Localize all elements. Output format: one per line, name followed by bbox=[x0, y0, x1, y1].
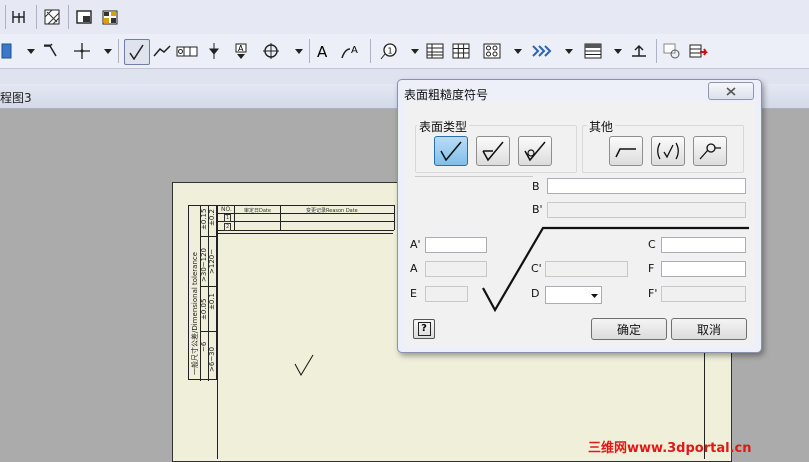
text-along-curve-icon[interactable]: A bbox=[340, 40, 362, 62]
roughness-preview-symbol bbox=[482, 226, 749, 312]
tolerance-value: ±0.15 bbox=[200, 208, 208, 230]
tolerance-range: >120~ bbox=[208, 248, 216, 274]
basic-surface-icon bbox=[440, 141, 462, 162]
tolerance-value: ±0.2 bbox=[208, 209, 216, 226]
svg-text:A: A bbox=[238, 44, 244, 53]
cancel-button[interactable]: 取消 bbox=[671, 318, 747, 340]
svg-text:A: A bbox=[351, 45, 358, 56]
parenthesis-icon bbox=[657, 142, 679, 160]
toolbar-annotation: A A A 1 bbox=[0, 34, 809, 69]
balloon-table-icon[interactable] bbox=[99, 6, 121, 28]
note-tool-icon[interactable] bbox=[0, 40, 14, 62]
material-removal-button[interactable] bbox=[476, 136, 510, 166]
revision-row-number: 2 bbox=[224, 223, 232, 231]
basic-surface-button[interactable] bbox=[434, 136, 468, 166]
other-label: 其他 bbox=[587, 118, 616, 135]
toolbar-separator bbox=[309, 39, 310, 63]
revision-date-header: 审定日Date bbox=[244, 208, 271, 214]
tolerance-value: ±0.1 bbox=[208, 293, 216, 310]
chevron-down-icon[interactable] bbox=[564, 40, 574, 62]
svg-text:A: A bbox=[317, 43, 328, 60]
chevron-down-icon[interactable] bbox=[410, 40, 420, 62]
table-icon[interactable] bbox=[450, 40, 472, 62]
toolbar-separator bbox=[5, 5, 6, 29]
revision-table-icon[interactable] bbox=[582, 40, 604, 62]
revision-no-header: NO. bbox=[221, 206, 232, 213]
export-table-icon[interactable] bbox=[688, 40, 710, 62]
revision-row-number: 1 bbox=[224, 214, 232, 222]
toolbar-top bbox=[0, 0, 809, 35]
weld-symbol-icon[interactable] bbox=[151, 40, 173, 62]
geometric-tolerance-icon[interactable] bbox=[176, 40, 198, 62]
leader-line-icon bbox=[615, 148, 636, 158]
surface-finish-icon[interactable] bbox=[124, 39, 150, 65]
machined-surface-icon bbox=[482, 141, 504, 162]
ok-button[interactable]: 确定 bbox=[591, 318, 667, 340]
close-icon bbox=[726, 86, 736, 96]
leader-button[interactable] bbox=[609, 136, 643, 166]
datum-target-icon[interactable]: A bbox=[230, 40, 252, 62]
svg-text:1: 1 bbox=[388, 47, 393, 56]
hole-callout-icon[interactable] bbox=[262, 40, 284, 62]
chevron-down-icon[interactable] bbox=[26, 40, 36, 62]
model-items-icon[interactable] bbox=[661, 40, 683, 62]
dialog-title: 表面粗糙度符号 bbox=[404, 88, 489, 102]
watermark: 三维网www.3dportal.cn bbox=[588, 441, 752, 456]
view-frame-icon[interactable] bbox=[73, 6, 95, 28]
close-button[interactable] bbox=[708, 82, 754, 100]
sheet-border-left bbox=[217, 205, 218, 459]
field-b-label: B bbox=[532, 180, 540, 193]
help-button[interactable]: ? bbox=[413, 319, 435, 339]
unmachined-surface-icon bbox=[524, 141, 546, 162]
roughness-symbol-drawn[interactable] bbox=[294, 354, 314, 376]
chevron-down-icon[interactable] bbox=[513, 40, 523, 62]
tolerance-title: 一般尺寸公差/Dimensional tolerance bbox=[191, 251, 199, 375]
toolbar-separator bbox=[36, 5, 37, 29]
dialog-body: 表面类型 其他 B B' A' A E C' D C F F' ? 确定 取消 bbox=[405, 102, 754, 346]
toolbar-separator bbox=[118, 39, 119, 63]
surface-type-label: 表面类型 bbox=[417, 118, 470, 135]
parts-list-icon[interactable] bbox=[424, 40, 446, 62]
document-title: 程图3 bbox=[0, 91, 32, 105]
section-divider bbox=[415, 176, 533, 177]
field-e-label: E bbox=[410, 287, 417, 300]
dimension-tool-icon[interactable] bbox=[8, 6, 30, 28]
datum-plane-icon[interactable] bbox=[628, 40, 650, 62]
tolerance-range: >30~120 bbox=[200, 248, 208, 282]
field-b-input[interactable] bbox=[547, 178, 746, 194]
field-a-prime-input[interactable] bbox=[425, 237, 487, 253]
tolerance-range: >6~30 bbox=[208, 346, 216, 372]
hole-table-icon[interactable] bbox=[481, 40, 503, 62]
revision-table: NO. 审定日Date 变更记录Reason Date 1 2 bbox=[218, 205, 395, 233]
toolbar-separator bbox=[656, 39, 657, 63]
text-tool-icon[interactable]: A bbox=[313, 40, 335, 62]
revision-arrows-icon[interactable] bbox=[531, 40, 553, 62]
all-around-button[interactable] bbox=[693, 136, 727, 166]
centermark-tool-icon[interactable] bbox=[71, 40, 93, 62]
datum-feature-icon[interactable] bbox=[203, 40, 225, 62]
chevron-down-icon[interactable] bbox=[294, 40, 304, 62]
sheet-border-top bbox=[217, 233, 393, 234]
tolerance-value: ±0.05 bbox=[200, 298, 208, 320]
chevron-down-icon[interactable] bbox=[613, 40, 623, 62]
field-b-prime-input[interactable] bbox=[547, 202, 746, 218]
help-icon: ? bbox=[417, 322, 431, 336]
surface-roughness-dialog: 表面粗糙度符号 表面类型 其他 B B' A' A E C' D C F F' … bbox=[397, 79, 762, 353]
all-around-icon bbox=[699, 143, 721, 160]
toolbar-separator bbox=[68, 5, 69, 29]
parenthesis-button[interactable] bbox=[651, 136, 685, 166]
hatch-tool-icon[interactable] bbox=[41, 6, 63, 28]
field-a-input[interactable] bbox=[425, 261, 487, 277]
toolbar-separator bbox=[370, 39, 371, 63]
no-material-removal-button[interactable] bbox=[518, 136, 552, 166]
chevron-down-icon[interactable] bbox=[103, 40, 113, 62]
field-a-label: A bbox=[410, 262, 418, 275]
field-a-prime-label: A' bbox=[410, 238, 421, 251]
tolerance-value: ~6 bbox=[200, 341, 208, 352]
field-b-prime-label: B' bbox=[532, 203, 543, 216]
balloon-tool-icon[interactable]: 1 bbox=[378, 40, 400, 62]
leader-tool-icon[interactable] bbox=[41, 40, 63, 62]
revision-reason-header: 变更记录Reason Date bbox=[306, 208, 358, 214]
field-e-input[interactable] bbox=[425, 286, 468, 302]
